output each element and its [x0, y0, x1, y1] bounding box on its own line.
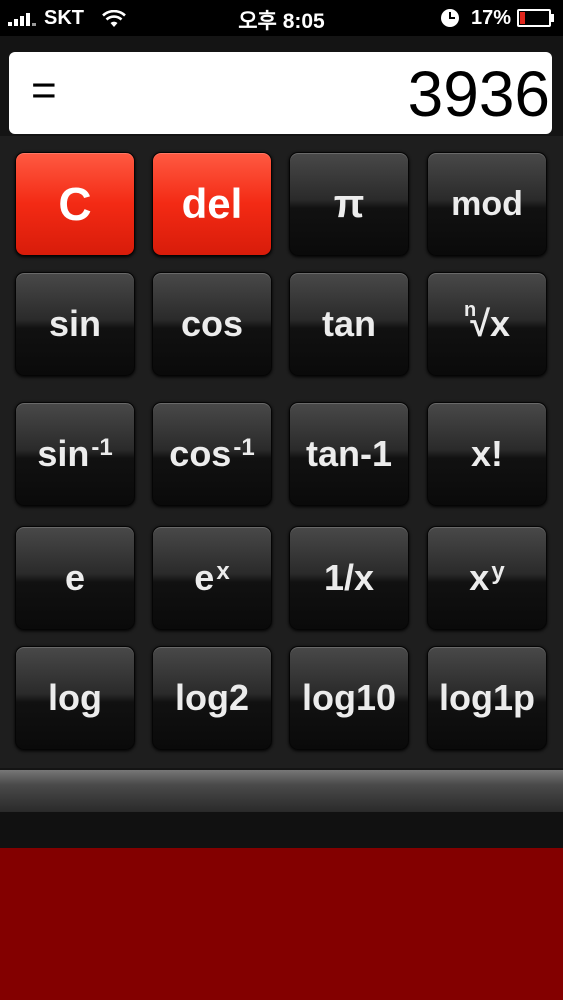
calculator-display: = 3936	[9, 52, 552, 134]
log10-label: log10	[301, 677, 397, 718]
atan-label: tan-1	[305, 433, 392, 474]
exp-button[interactable]: ex	[152, 526, 272, 630]
power-label: x	[469, 557, 490, 598]
clock-icon	[440, 9, 459, 27]
factorial-label: x!	[470, 433, 503, 474]
battery-icon	[517, 9, 554, 27]
atan-button[interactable]: tan-1	[289, 402, 409, 506]
clear-label: C	[58, 178, 92, 230]
cos-label: cos	[180, 303, 244, 344]
exp-label: e	[194, 557, 215, 598]
log-label: log	[48, 677, 102, 718]
delete-button[interactable]: del	[152, 152, 272, 256]
acos-button[interactable]: cos -1	[152, 402, 272, 506]
reciprocal-label: 1/x	[323, 557, 375, 598]
bottom-bar	[0, 770, 563, 812]
log1p-button[interactable]: log1p	[427, 646, 547, 750]
tan-button[interactable]: tan	[289, 272, 409, 376]
cos-button[interactable]: cos	[152, 272, 272, 376]
display-operator: =	[31, 66, 57, 115]
sin-button[interactable]: sin	[15, 272, 135, 376]
mod-label: mod	[451, 184, 523, 223]
e-button[interactable]: e	[15, 526, 135, 630]
power-exponent: y	[491, 558, 505, 585]
log1p-label: log1p	[439, 677, 535, 718]
acos-exponent: -1	[233, 434, 255, 461]
asin-button[interactable]: sin -1	[15, 402, 135, 506]
log10-button[interactable]: log10	[289, 646, 409, 750]
e-label: e	[64, 557, 86, 598]
acos-label: cos	[169, 433, 232, 474]
sin-label: sin	[48, 303, 101, 344]
bottom-strip	[0, 812, 563, 848]
battery-fill	[520, 12, 525, 24]
nth-root-index: n	[464, 298, 477, 321]
exp-exponent: x	[216, 558, 230, 585]
log2-label: log2	[174, 677, 249, 718]
keypad: C del π mod sin cos tan n √x sin -1 cos -1 …	[0, 136, 563, 768]
asin-label: sin	[37, 433, 90, 474]
power-button[interactable]: xy	[427, 526, 547, 630]
pi-button[interactable]: π	[289, 152, 409, 256]
status-right: 17%	[440, 6, 554, 30]
mod-button[interactable]: mod	[427, 152, 547, 256]
battery-percent: 17%	[470, 6, 511, 29]
log-button[interactable]: log	[15, 646, 135, 750]
nth-root-button[interactable]: n √x	[427, 272, 547, 376]
asin-exponent: -1	[91, 434, 113, 461]
delete-label: del	[181, 180, 243, 227]
clear-button[interactable]: C	[15, 152, 135, 256]
display-value: 3936	[407, 58, 550, 130]
tan-label: tan	[322, 303, 376, 344]
reciprocal-button[interactable]: 1/x	[289, 526, 409, 630]
log2-button[interactable]: log2	[152, 646, 272, 750]
bottom-panel	[0, 848, 563, 1000]
factorial-button[interactable]: x!	[427, 402, 547, 506]
pi-label: π	[333, 181, 365, 226]
status-bar: SKT 오후 8:05 17%	[0, 0, 563, 36]
